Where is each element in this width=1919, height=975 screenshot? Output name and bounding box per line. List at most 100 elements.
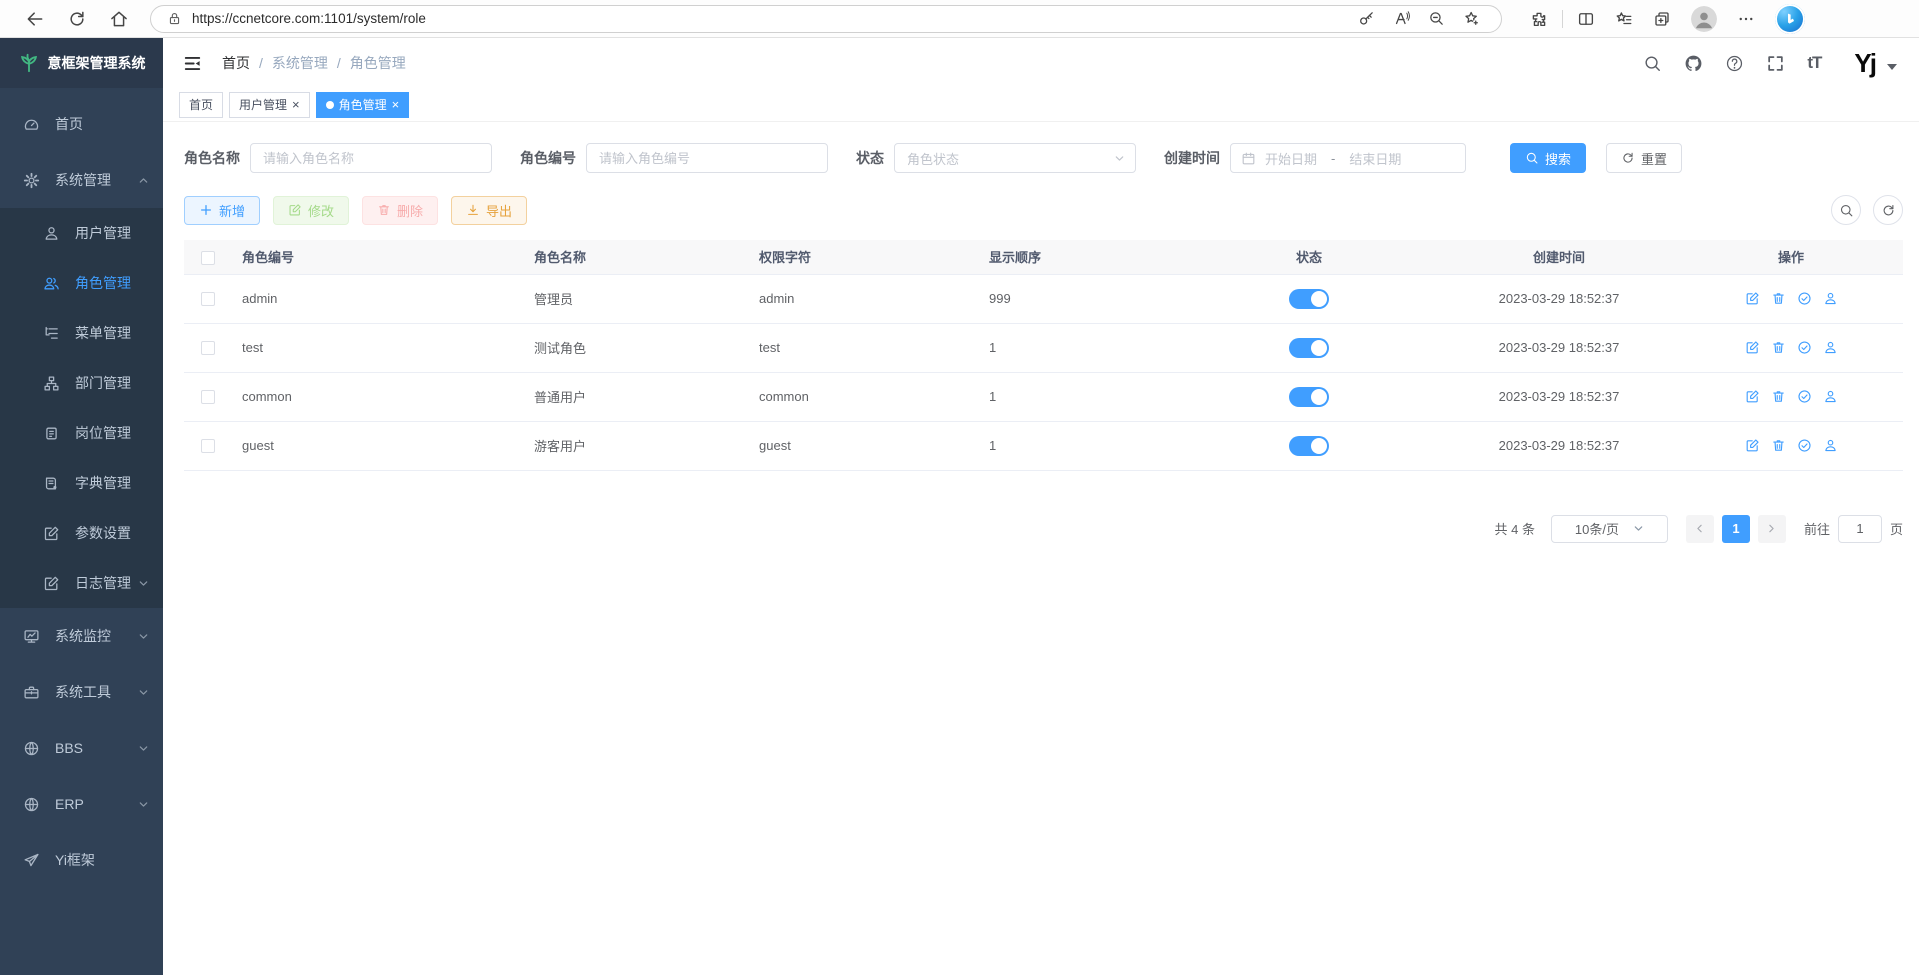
sidebar-item-role-mgmt[interactable]: 角色管理 <box>0 258 163 308</box>
row-assign-user-icon[interactable] <box>1823 438 1838 453</box>
role-name-label: 角色名称 <box>184 148 240 168</box>
close-icon[interactable]: × <box>392 98 400 111</box>
goto-page-input[interactable] <box>1838 515 1882 543</box>
reset-button[interactable]: 重置 <box>1606 143 1682 173</box>
sidebar-item-dept-mgmt[interactable]: 部门管理 <box>0 358 163 408</box>
browser-refresh-button[interactable] <box>67 9 87 29</box>
date-range-picker[interactable]: 开始日期 - 结束日期 <box>1230 143 1466 173</box>
zoom-out-icon[interactable] <box>1428 10 1445 27</box>
font-size-icon[interactable]: tT <box>1807 53 1821 73</box>
dictionary-icon <box>43 475 60 492</box>
sidebar-item-menu-mgmt[interactable]: 菜单管理 <box>0 308 163 358</box>
col-role-code: 角色编号 <box>232 240 524 274</box>
bing-copilot-icon[interactable] <box>1775 4 1805 34</box>
cell-role-name: 游客用户 <box>524 421 749 470</box>
row-permission-check-icon[interactable] <box>1797 438 1812 453</box>
sidebar-item-erp[interactable]: ERP <box>0 776 163 832</box>
export-button[interactable]: 导出 <box>451 196 527 225</box>
row-edit-icon[interactable] <box>1745 438 1760 453</box>
sidebar-item-user-mgmt[interactable]: 用户管理 <box>0 208 163 258</box>
gear-icon <box>23 172 40 189</box>
status-toggle[interactable] <box>1289 338 1329 358</box>
row-assign-user-icon[interactable] <box>1823 340 1838 355</box>
cell-perm: guest <box>749 421 979 470</box>
split-screen-icon[interactable] <box>1577 10 1595 28</box>
date-range-separator: - <box>1331 151 1335 166</box>
prev-page-button[interactable] <box>1686 515 1714 543</box>
role-name-input[interactable] <box>250 143 492 173</box>
row-assign-user-icon[interactable] <box>1823 389 1838 404</box>
user-menu-caret-icon[interactable] <box>1887 64 1897 70</box>
sidebar-item-system-mgmt[interactable]: 系统管理 <box>0 152 163 208</box>
show-search-button[interactable] <box>1831 195 1861 225</box>
sidebar-item-home[interactable]: 首页 <box>0 96 163 152</box>
fullscreen-icon[interactable] <box>1766 54 1785 73</box>
browser-back-button[interactable] <box>25 9 45 29</box>
search-icon <box>1839 203 1854 218</box>
row-checkbox[interactable] <box>201 341 215 355</box>
sidebar-item-dict-mgmt[interactable]: 字典管理 <box>0 458 163 508</box>
row-delete-icon[interactable] <box>1771 291 1786 306</box>
status-toggle[interactable] <box>1289 387 1329 407</box>
edit-button[interactable]: 修改 <box>273 196 349 225</box>
help-icon[interactable] <box>1725 54 1744 73</box>
role-code-input[interactable] <box>586 143 828 173</box>
sidebar-item-system-monitor[interactable]: 系统监控 <box>0 608 163 664</box>
row-delete-icon[interactable] <box>1771 389 1786 404</box>
app-logo[interactable]: 意框架管理系统 <box>0 38 163 88</box>
sidebar-item-log-mgmt[interactable]: 日志管理 <box>0 558 163 608</box>
favorites-bar-icon[interactable] <box>1615 10 1633 28</box>
status-toggle[interactable] <box>1289 289 1329 309</box>
page-size-select[interactable]: 10条/页 <box>1551 515 1668 543</box>
add-button[interactable]: 新增 <box>184 196 260 225</box>
row-permission-check-icon[interactable] <box>1797 389 1812 404</box>
pagination: 共 4 条 10条/页 1 前往 页 <box>184 515 1903 543</box>
row-edit-icon[interactable] <box>1745 340 1760 355</box>
breadcrumb-home[interactable]: 首页 <box>222 53 250 73</box>
delete-button[interactable]: 删除 <box>362 196 438 225</box>
sidebar-item-yi-framework[interactable]: Yi框架 <box>0 832 163 888</box>
row-assign-user-icon[interactable] <box>1823 291 1838 306</box>
row-edit-icon[interactable] <box>1745 291 1760 306</box>
row-checkbox[interactable] <box>201 439 215 453</box>
collections-icon[interactable] <box>1653 10 1671 28</box>
extensions-icon[interactable] <box>1530 10 1548 28</box>
row-delete-icon[interactable] <box>1771 340 1786 355</box>
row-checkbox[interactable] <box>201 390 215 404</box>
browser-home-button[interactable] <box>109 9 129 29</box>
row-permission-check-icon[interactable] <box>1797 291 1812 306</box>
row-checkbox[interactable] <box>201 292 215 306</box>
tab-role-mgmt[interactable]: 角色管理 × <box>316 92 410 118</box>
refresh-table-button[interactable] <box>1873 195 1903 225</box>
breadcrumb-system[interactable]: 系统管理 <box>272 53 328 73</box>
tab-home[interactable]: 首页 <box>179 92 223 118</box>
github-icon[interactable] <box>1684 54 1703 73</box>
sidebar-collapse-icon[interactable] <box>183 54 202 73</box>
address-bar[interactable]: https://ccnetcore.com:1101/system/role <box>150 5 1502 33</box>
sidebar-item-post-mgmt[interactable]: 岗位管理 <box>0 408 163 458</box>
sidebar-item-system-tools[interactable]: 系统工具 <box>0 664 163 720</box>
page-1-button[interactable]: 1 <box>1722 515 1750 543</box>
password-key-icon[interactable] <box>1358 10 1375 27</box>
browser-actions <box>1520 4 1805 34</box>
user-avatar-logo[interactable]: Yj <box>1854 48 1875 79</box>
row-permission-check-icon[interactable] <box>1797 340 1812 355</box>
row-delete-icon[interactable] <box>1771 438 1786 453</box>
read-aloud-icon[interactable] <box>1393 10 1410 27</box>
select-all-checkbox[interactable] <box>201 251 215 265</box>
next-page-button[interactable] <box>1758 515 1786 543</box>
sidebar-item-param-settings[interactable]: 参数设置 <box>0 508 163 558</box>
status-select[interactable]: 角色状态 <box>894 143 1136 173</box>
search-button[interactable]: 搜索 <box>1510 143 1586 173</box>
url-text[interactable]: https://ccnetcore.com:1101/system/role <box>192 11 1349 26</box>
search-icon[interactable] <box>1643 54 1662 73</box>
chevron-down-icon <box>1114 153 1125 164</box>
close-icon[interactable]: × <box>292 98 300 111</box>
browser-menu-icon[interactable] <box>1737 10 1755 28</box>
favorite-add-icon[interactable] <box>1463 10 1480 27</box>
status-toggle[interactable] <box>1289 436 1329 456</box>
sidebar-item-bbs[interactable]: BBS <box>0 720 163 776</box>
browser-profile-avatar[interactable] <box>1691 6 1717 32</box>
tab-user-mgmt[interactable]: 用户管理 × <box>229 92 310 118</box>
row-edit-icon[interactable] <box>1745 389 1760 404</box>
